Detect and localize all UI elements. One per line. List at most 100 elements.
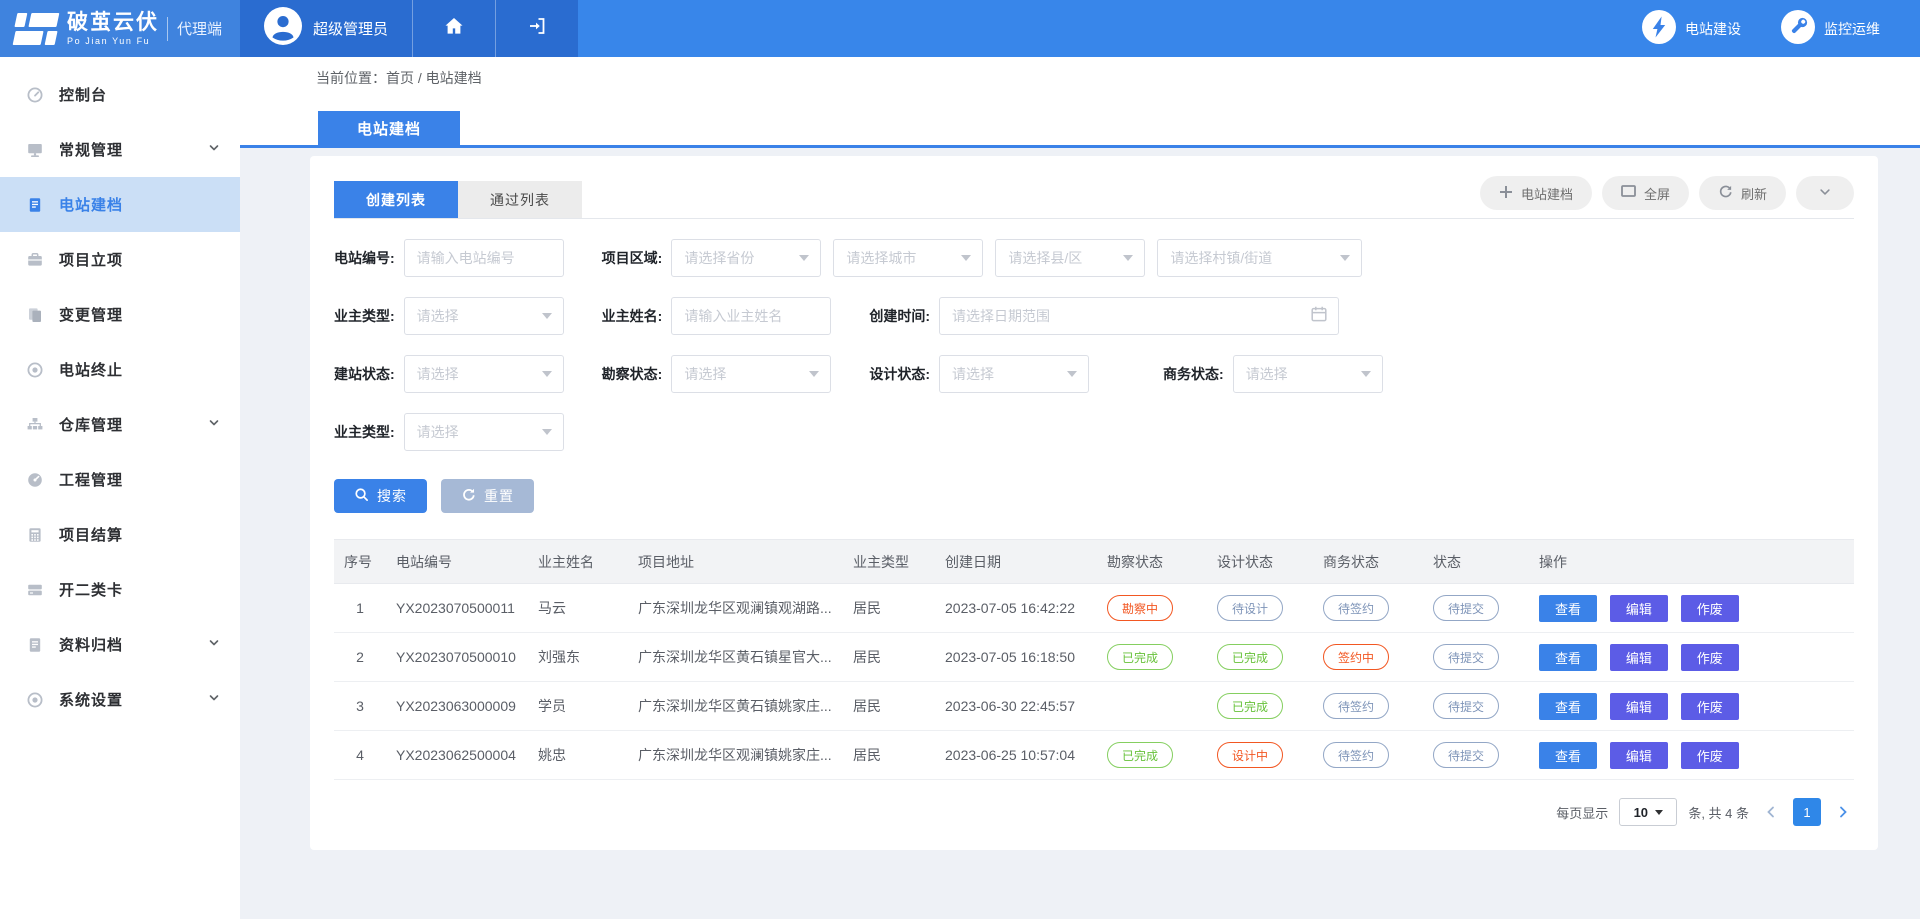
col-business: 商务状态 <box>1313 540 1423 584</box>
stations-table: 序号 电站编号 业主姓名 项目地址 业主类型 创建日期 勘察状态 设计状态 商务… <box>334 539 1854 780</box>
col-design: 设计状态 <box>1207 540 1313 584</box>
owner-type-select[interactable]: 请选择 <box>404 297 564 335</box>
collapse-toolbar-button[interactable] <box>1796 176 1854 210</box>
pagination: 每页显示 10 条, 共 4 条 1 <box>334 798 1854 826</box>
design-status-select[interactable]: 请选择 <box>939 355 1089 393</box>
sidebar-item-station-termination[interactable]: 电站终止 <box>0 342 240 397</box>
next-page-button[interactable] <box>1832 798 1854 826</box>
sidebar-item-label: 开二类卡 <box>59 579 220 600</box>
user-menu[interactable]: 超级管理员 <box>240 0 412 57</box>
owner-name-input[interactable] <box>671 297 831 335</box>
sidebar-item-open-type2-card[interactable]: 开二类卡 <box>0 562 240 617</box>
owner-type2-select[interactable]: 请选择 <box>404 413 564 451</box>
region-label: 项目区域: <box>602 248 663 268</box>
town-select[interactable]: 请选择村镇/街道 <box>1157 239 1362 277</box>
caret-down-icon <box>799 255 809 261</box>
province-select[interactable]: 请选择省份 <box>671 239 821 277</box>
view-button[interactable]: 查看 <box>1539 693 1597 720</box>
sidebar-item-project-initiation[interactable]: 项目立项 <box>0 232 240 287</box>
nav-monitor-ops[interactable]: 监控运维 <box>1781 10 1880 47</box>
table-row: 3 YX2023063000009 学员 广东深圳龙华区黄石镇姚家庄... 居民… <box>334 682 1854 731</box>
void-button[interactable]: 作废 <box>1681 742 1739 769</box>
col-address: 项目地址 <box>628 540 843 584</box>
view-button[interactable]: 查看 <box>1539 644 1597 671</box>
view-button[interactable]: 查看 <box>1539 742 1597 769</box>
tab-create-list[interactable]: 创建列表 <box>334 181 458 218</box>
chevron-down-icon <box>208 691 220 709</box>
col-type: 业主类型 <box>843 540 935 584</box>
view-button[interactable]: 查看 <box>1539 595 1597 622</box>
tab-passed-list[interactable]: 通过列表 <box>458 181 582 218</box>
sidebar-item-system-settings[interactable]: 系统设置 <box>0 672 240 727</box>
total-count-label: 条, 共 4 条 <box>1688 803 1749 822</box>
page-tabbar: 电站建档 <box>240 98 1920 148</box>
sidebar-item-engineering-mgmt[interactable]: 工程管理 <box>0 452 240 507</box>
edit-button[interactable]: 编辑 <box>1610 644 1668 671</box>
cell-no: 1 <box>334 584 386 633</box>
business-status-select[interactable]: 请选择 <box>1233 355 1383 393</box>
briefcase-icon <box>26 251 44 269</box>
archive-icon <box>26 636 44 654</box>
sidebar-item-label: 控制台 <box>59 84 220 105</box>
county-select[interactable]: 请选择县/区 <box>995 239 1145 277</box>
fullscreen-button[interactable]: 全屏 <box>1602 176 1689 210</box>
sidebar-item-warehouse-mgmt[interactable]: 仓库管理 <box>0 397 240 452</box>
date-range-input[interactable]: 请选择日期范围 <box>939 297 1339 335</box>
void-button[interactable]: 作废 <box>1681 693 1739 720</box>
panel-tabs: 创建列表 通过列表 <box>334 181 582 218</box>
cell-owner: 刘强东 <box>528 633 628 682</box>
brand-area: 破茧云伏 Po Jian Yun Fu 代理端 <box>0 0 240 57</box>
cell-address: 广东深圳龙华区观澜镇观湖路... <box>628 584 843 633</box>
sidebar-item-station-archive[interactable]: 电站建档 <box>0 177 240 232</box>
edit-button[interactable]: 编辑 <box>1610 595 1668 622</box>
prev-page-button[interactable] <box>1760 798 1782 826</box>
page-number-1[interactable]: 1 <box>1793 798 1821 826</box>
station-no-input[interactable] <box>404 239 564 277</box>
col-survey: 勘察状态 <box>1097 540 1207 584</box>
page-tab-station-archive[interactable]: 电站建档 <box>318 111 460 145</box>
col-status: 状态 <box>1423 540 1529 584</box>
content-area: 当前位置： 首页 / 电站建档 电站建档 创建列表 通过列表 <box>240 57 1920 919</box>
build-status-select[interactable]: 请选择 <box>404 355 564 393</box>
per-page-select[interactable]: 10 <box>1619 798 1677 826</box>
nav-station-build[interactable]: 电站建设 <box>1642 10 1741 47</box>
content-body: 创建列表 通过列表 电站建档 全屏 <box>240 148 1920 919</box>
city-select[interactable]: 请选择城市 <box>833 239 983 277</box>
refresh-label: 刷新 <box>1741 184 1767 203</box>
cell-code: YX2023063000009 <box>386 682 528 731</box>
create-station-label: 电站建档 <box>1521 184 1573 203</box>
filter-row-3: 建站状态: 请选择 勘察状态: 请选择 设计状态: 请选择 商务状态: <box>334 355 1854 393</box>
dashboard-icon <box>26 86 44 104</box>
sidebar-item-general-mgmt[interactable]: 常规管理 <box>0 122 240 177</box>
home-button[interactable] <box>412 0 495 57</box>
design-status-badge: 待设计 <box>1217 595 1283 621</box>
cell-code: YX2023062500004 <box>386 731 528 780</box>
edit-button[interactable]: 编辑 <box>1610 693 1668 720</box>
reset-button[interactable]: 重置 <box>441 479 534 513</box>
nav-monitor-ops-label: 监控运维 <box>1824 19 1880 39</box>
portal-label: 代理端 <box>167 17 222 41</box>
sidebar-item-project-settlement[interactable]: 项目结算 <box>0 507 240 562</box>
void-button[interactable]: 作废 <box>1681 644 1739 671</box>
panel-tabs-row: 创建列表 通过列表 电站建档 全屏 <box>334 176 1854 219</box>
create-station-button[interactable]: 电站建档 <box>1480 176 1592 210</box>
logout-button[interactable] <box>495 0 578 57</box>
refresh-button[interactable]: 刷新 <box>1699 176 1786 210</box>
void-button[interactable]: 作废 <box>1681 595 1739 622</box>
build-status-label: 建站状态: <box>334 364 395 384</box>
chevron-left-icon <box>1765 806 1777 818</box>
reset-icon <box>461 487 476 505</box>
sidebar-item-label: 电站建档 <box>59 194 220 215</box>
sidebar-item-label: 工程管理 <box>59 469 220 490</box>
status-badge: 待提交 <box>1433 644 1499 670</box>
home-icon <box>443 16 465 41</box>
sidebar-item-data-archive[interactable]: 资料归档 <box>0 617 240 672</box>
survey-status-select[interactable]: 请选择 <box>671 355 831 393</box>
sidebar-item-console[interactable]: 控制台 <box>0 67 240 122</box>
reset-label: 重置 <box>484 486 514 506</box>
sidebar-item-change-mgmt[interactable]: 变更管理 <box>0 287 240 342</box>
edit-button[interactable]: 编辑 <box>1610 742 1668 769</box>
cell-owner: 姚忠 <box>528 731 628 780</box>
search-button[interactable]: 搜索 <box>334 479 427 513</box>
document-icon <box>26 196 44 214</box>
